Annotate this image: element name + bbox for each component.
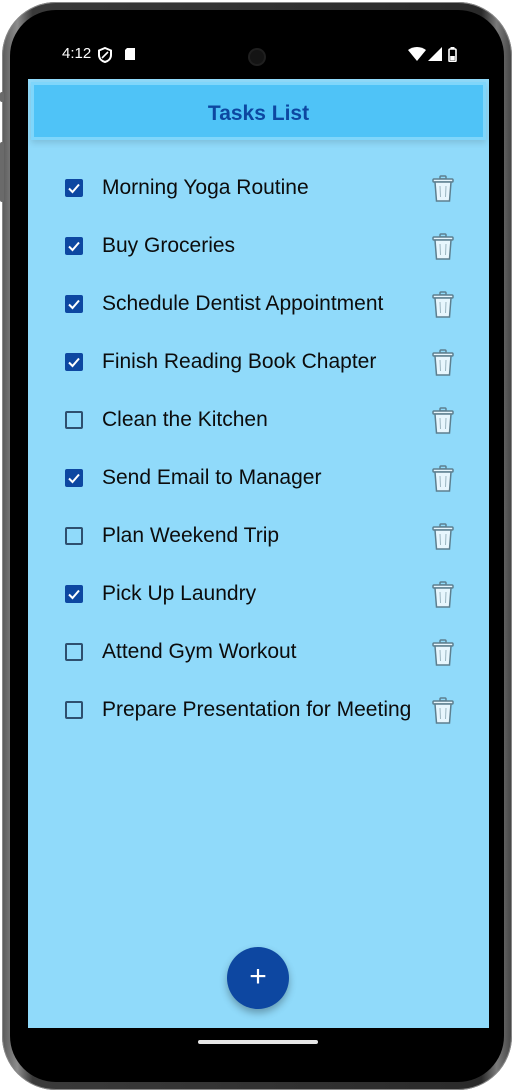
delete-task-button[interactable] [431,465,455,493]
task-label: Send Email to Manager [102,466,322,489]
check-icon [68,299,80,310]
trash-icon [432,233,454,260]
gesture-nav-bar[interactable] [198,1040,318,1044]
task-label: Buy Groceries [102,234,236,257]
task-row: Prepare Presentation for Meeting [28,693,489,749]
delete-task-button[interactable] [431,349,455,377]
delete-task-button[interactable] [431,175,455,203]
delete-task-button[interactable] [431,639,455,667]
status-time: 4:12 [62,45,92,62]
trash-icon [432,407,454,434]
trash-icon [432,523,454,550]
task-checkbox[interactable] [65,295,83,313]
task-checkbox[interactable] [65,411,83,429]
task-label: Finish Reading Book Chapter [102,350,377,373]
add-task-button[interactable]: + [227,947,289,1009]
task-label: Attend Gym Workout [102,640,297,663]
task-checkbox[interactable] [65,179,83,197]
wifi-icon [408,47,426,65]
task-row: Send Email to Manager [28,461,489,517]
task-label: Prepare Presentation for Meeting [102,698,412,721]
trash-icon [432,465,454,492]
task-checkbox[interactable] [65,237,83,255]
volume-button [0,142,4,202]
task-row: Finish Reading Book Chapter [28,345,489,401]
app-screen: Tasks List Morning Yoga Routine Buy Groce… [28,79,489,1028]
delete-task-button[interactable] [431,233,455,261]
battery-icon [448,47,457,66]
task-label: Schedule Dentist Appointment [102,292,384,315]
task-row: Pick Up Laundry [28,577,489,633]
trash-icon [432,291,454,318]
sd-card-icon [124,47,136,65]
check-icon [68,357,80,368]
task-label: Morning Yoga Routine [102,176,309,199]
task-checkbox[interactable] [65,353,83,371]
task-row: Plan Weekend Trip [28,519,489,575]
task-row: Buy Groceries [28,229,489,285]
task-checkbox[interactable] [65,527,83,545]
task-row: Morning Yoga Routine [28,171,489,227]
trash-icon [432,581,454,608]
task-label: Pick Up Laundry [102,582,257,605]
task-checkbox[interactable] [65,585,83,603]
delete-task-button[interactable] [431,523,455,551]
task-label: Clean the Kitchen [102,408,268,431]
plus-icon: + [249,960,267,993]
task-row: Schedule Dentist Appointment [28,287,489,343]
delete-task-button[interactable] [431,407,455,435]
cell-signal-icon [428,47,442,65]
task-checkbox[interactable] [65,469,83,487]
trash-icon [432,175,454,202]
shield-icon [98,46,112,67]
task-row: Clean the Kitchen [28,403,489,459]
page-title: Tasks List [207,102,310,125]
app-bar: Tasks List [31,82,486,140]
delete-task-button[interactable] [431,581,455,609]
task-label: Plan Weekend Trip [102,524,280,547]
trash-icon [432,639,454,666]
task-row: Attend Gym Workout [28,635,489,691]
check-icon [68,241,80,252]
check-icon [68,589,80,600]
side-button [0,92,4,102]
trash-icon [432,349,454,376]
task-checkbox[interactable] [65,701,83,719]
delete-task-button[interactable] [431,697,455,725]
trash-icon [432,697,454,724]
front-camera [250,50,264,64]
task-checkbox[interactable] [65,643,83,661]
delete-task-button[interactable] [431,291,455,319]
check-icon [68,473,80,484]
check-icon [68,183,80,194]
